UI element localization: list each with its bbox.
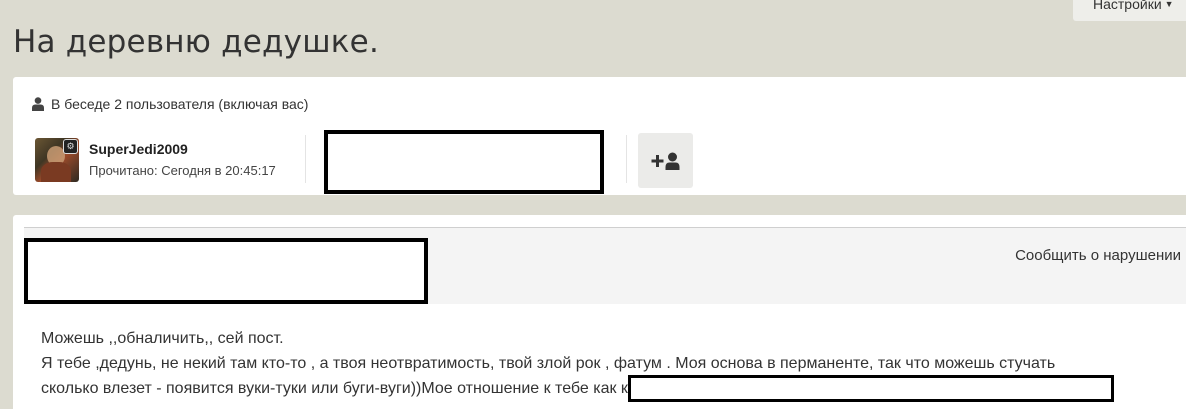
- message-line: сколько влезет - появится вуки-туки или …: [41, 380, 628, 397]
- rank-badge-icon: ⚙: [63, 139, 78, 154]
- message-panel: Сообщить о нарушении Можешь ,,обналичить…: [13, 215, 1186, 409]
- divider: [626, 135, 627, 183]
- page-title: На деревню дедушке.: [13, 24, 380, 60]
- message-body: Можешь ,,обналичить,, сей пост. Я тебе ,…: [41, 326, 1181, 402]
- add-user-icon: [651, 152, 679, 170]
- participants-header: В беседе 2 пользователя (включая вас): [32, 96, 308, 112]
- redacted-author: [24, 238, 428, 304]
- user-icon: [32, 97, 44, 111]
- message-header: Сообщить о нарушении: [24, 227, 1186, 304]
- participants-count: В беседе 2 пользователя (включая вас): [51, 96, 309, 112]
- settings-button[interactable]: Настройки ▼: [1073, 0, 1186, 21]
- redacted-text: [627, 375, 1114, 402]
- message-line: Можешь ,,обналичить,, сей пост.: [41, 330, 284, 347]
- settings-label: Настройки: [1093, 0, 1162, 12]
- redacted-participant: [324, 130, 604, 194]
- message-line: Я тебе ,дедунь, не некий там кто-то , а …: [41, 355, 1056, 372]
- conversation-panel: В беседе 2 пользователя (включая вас) ⚙ …: [13, 77, 1186, 195]
- invite-user-button[interactable]: [638, 133, 693, 188]
- avatar[interactable]: ⚙: [35, 138, 79, 182]
- message-line-with-redaction: сколько влезет - появится вуки-туки или …: [41, 375, 1181, 402]
- participant-read-status: Прочитано: Сегодня в 20:45:17: [89, 162, 276, 178]
- participant-name[interactable]: SuperJedi2009: [89, 141, 276, 157]
- participant-item: ⚙ SuperJedi2009 Прочитано: Сегодня в 20:…: [35, 138, 276, 182]
- report-link[interactable]: Сообщить о нарушении: [1015, 247, 1181, 264]
- caret-down-icon: ▼: [1164, 0, 1174, 9]
- divider: [305, 135, 306, 183]
